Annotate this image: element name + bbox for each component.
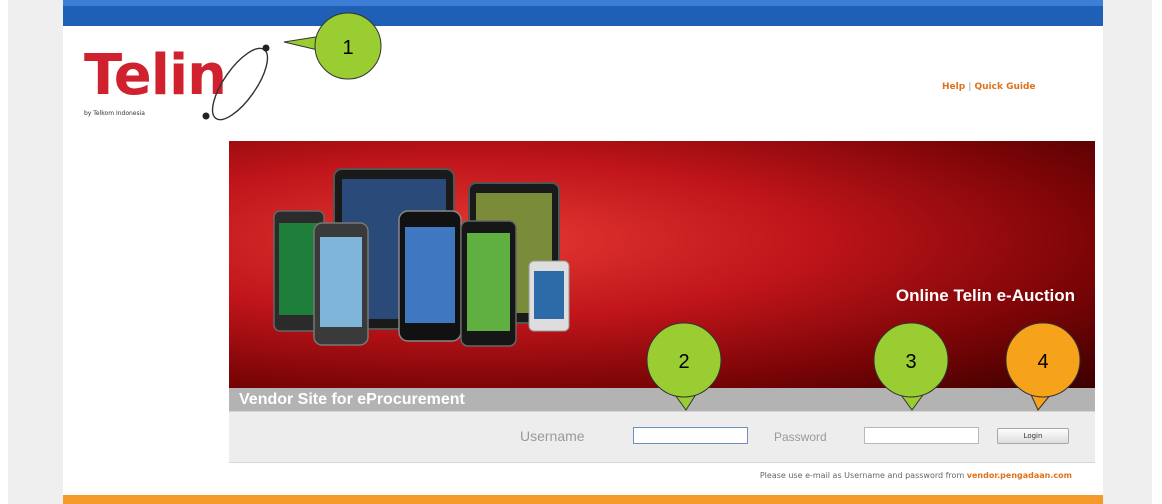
site-subtitle: Vendor Site for eProcurement [239,391,465,408]
help-links: Help | Quick Guide [942,82,1036,92]
login-note: Please use e-mail as Username and passwo… [760,471,1072,480]
logo-orbit-icon [202,44,270,121]
password-input[interactable] [864,427,979,444]
telin-logo[interactable]: Telin by Telkom Indonesia [84,44,274,138]
vendor-site-link[interactable]: vendor.pengadaan.com [967,471,1072,480]
hero-banner: Online Telin e-Auction [229,141,1095,388]
logo-tagline: by Telkom Indonesia [84,110,145,117]
devices-illustration [273,168,570,347]
login-bar: Username Password Login [229,411,1095,463]
help-link[interactable]: Help [942,82,965,92]
banner-strip: Vendor Site for eProcurement [229,388,1095,411]
banner-title: Online Telin e-Auction [895,286,1075,305]
password-label: Password [774,430,827,444]
footer-bar [63,495,1103,504]
link-separator: | [968,82,972,92]
login-note-text: Please use e-mail as Username and passwo… [759,471,965,480]
top-bar [63,0,1103,26]
username-input[interactable] [633,427,748,444]
login-button[interactable]: Login [997,428,1069,444]
quick-guide-link[interactable]: Quick Guide [975,82,1036,92]
username-label: Username [520,428,585,444]
